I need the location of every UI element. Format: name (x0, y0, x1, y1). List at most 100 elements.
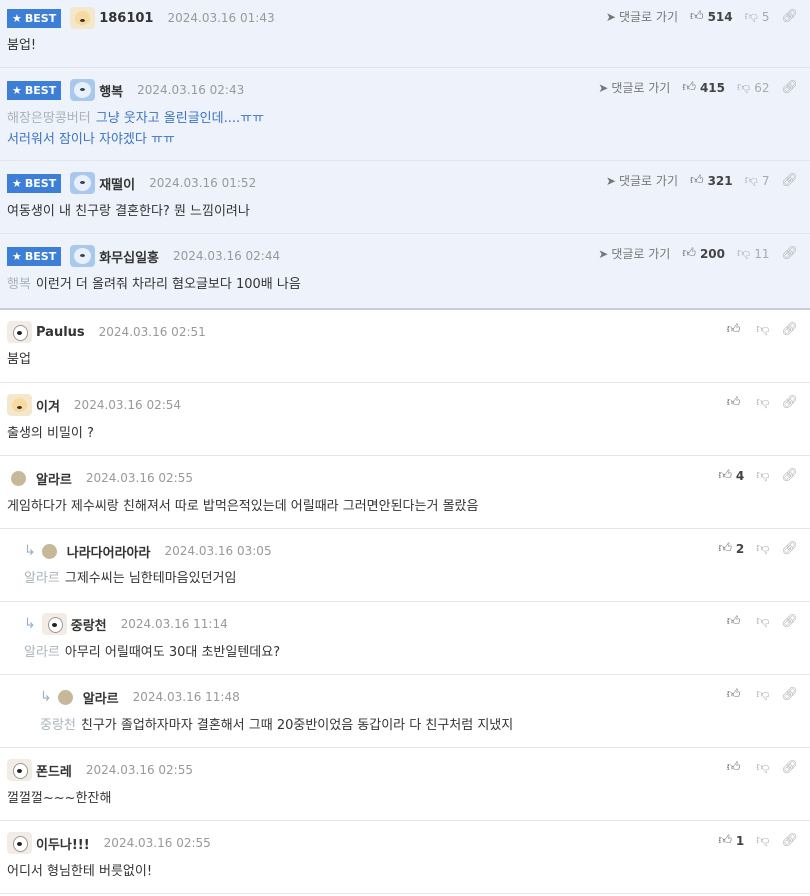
nickname[interactable]: 중랑천 (71, 615, 107, 634)
comment-actions: 👍︎ 4 👎︎ 🔗︎ (718, 468, 798, 483)
nickname[interactable]: 알라르 (83, 688, 119, 707)
reply-comment: ↳ 알라르 2024.03.16 11:48 👍︎ 👎︎ 🔗︎ 중랑천 친구가 졸… (0, 675, 810, 748)
best-badge: ★ BEST (7, 8, 62, 28)
dislike-button[interactable]: 👎︎ 7 (745, 173, 770, 188)
avatar[interactable] (7, 321, 32, 343)
thumbs-down-icon[interactable]: 👎︎ (756, 322, 769, 337)
reply-arrow-icon: ↳ (40, 689, 52, 705)
thumbs-down-icon[interactable]: 👎︎ (756, 833, 769, 848)
like-button[interactable]: 👍︎ 514 (690, 9, 733, 24)
thumbs-down-icon[interactable]: 👎︎ (756, 687, 769, 702)
avatar[interactable] (7, 832, 32, 854)
nickname[interactable]: 이겨 (36, 396, 60, 415)
avatar[interactable] (41, 613, 67, 635)
like-button[interactable]: 👍︎ (727, 322, 745, 337)
comment-header: 이두나!!! 2024.03.16 02:55 (7, 832, 211, 854)
avatar[interactable] (70, 7, 96, 29)
link-icon[interactable]: 🔗︎ (781, 541, 798, 556)
comment: 알라르 2024.03.16 02:55 👍︎ 4 👎︎ 🔗︎ 게임하다가 제수씨… (0, 456, 810, 529)
avatar[interactable] (57, 689, 73, 705)
goto-comment-link[interactable]: ➤ 댓글로 가기 (606, 8, 678, 25)
thumbs-up-icon: 👍︎ (718, 541, 732, 556)
star-icon: ★ (12, 249, 22, 263)
thumbs-down-icon: 👎︎ (737, 246, 751, 261)
reply-target[interactable]: 해장은땅콩버터 (7, 111, 91, 126)
like-button[interactable]: 👍︎ 1 (718, 833, 744, 848)
link-icon[interactable]: 🔗︎ (781, 833, 798, 848)
comment-actions: ➤ 댓글로 가기 👍︎ 321 👎︎ 7 🔗︎ (606, 172, 798, 189)
avatar[interactable] (7, 759, 32, 781)
comment-date: 2024.03.16 11:48 (132, 690, 240, 704)
dislike-button[interactable]: 👎︎ 62 (737, 80, 769, 95)
goto-comment-link[interactable]: ➤ 댓글로 가기 (598, 79, 670, 96)
best-comment: ★ BEST 행복 2024.03.16 02:43 ➤ 댓글로 가기 👍︎ 415 … (0, 68, 810, 161)
link-icon[interactable]: 🔗︎ (781, 173, 798, 188)
avatar[interactable] (70, 79, 96, 101)
reply-target[interactable]: 알라르 (24, 645, 60, 660)
nickname[interactable]: Paulus (36, 325, 85, 340)
goto-comment-link[interactable]: ➤ 댓글로 가기 (598, 245, 670, 262)
comment-header: 이겨 2024.03.16 02:54 (7, 394, 181, 416)
nickname[interactable]: 이두나!!! (36, 834, 90, 853)
thumbs-down-icon[interactable]: 👎︎ (756, 395, 769, 410)
star-icon: ★ (12, 176, 22, 190)
link-icon[interactable]: 🔗︎ (781, 246, 798, 261)
reply-comment: ↳ 중랑천 2024.03.16 11:14 👍︎ 👎︎ 🔗︎ 알라르 아무리 어… (0, 602, 810, 675)
thumbs-down-icon[interactable]: 👎︎ (756, 760, 769, 775)
like-button[interactable]: 👍︎ 415 (682, 80, 725, 95)
comment-text: 붐업 (7, 352, 31, 367)
best-badge: ★ BEST (7, 246, 62, 266)
like-button[interactable]: 👍︎ 4 (718, 468, 744, 483)
nickname[interactable]: 행복 (99, 81, 123, 100)
nickname[interactable]: 화무십일홍 (99, 247, 159, 266)
thumbs-up-icon: 👍︎ (689, 173, 704, 188)
thumbs-down-icon[interactable]: 👎︎ (756, 614, 769, 629)
nickname[interactable]: 나라다어라아라 (67, 542, 151, 561)
comment-text: 출생의 비밀이 ? (7, 426, 94, 441)
link-icon[interactable]: 🔗︎ (781, 468, 798, 483)
link-icon[interactable]: 🔗︎ (781, 322, 798, 337)
like-button[interactable]: 👍︎ (727, 614, 745, 629)
link-icon[interactable]: 🔗︎ (781, 687, 798, 702)
comment-text: 그제수씨는 님한테마음있던거임 (64, 571, 237, 586)
nickname[interactable]: 186101 (99, 11, 153, 26)
comment-body: 해장은땅콩버터 그냥 웃자고 올린글인데....ㅠㅠ 서러워서 잠이나 자야겠다 … (7, 108, 264, 150)
like-button[interactable]: 👍︎ 200 (682, 246, 725, 261)
like-button[interactable]: 👍︎ (727, 687, 745, 702)
nickname[interactable]: 폰드레 (36, 761, 72, 780)
thumbs-up-icon: 👍︎ (726, 614, 741, 629)
dislike-button[interactable]: 👎︎ 5 (745, 9, 770, 24)
like-button[interactable]: 👍︎ (727, 395, 745, 410)
thumbs-up-icon: 👍︎ (726, 395, 741, 410)
dislike-button[interactable]: 👎︎ 11 (737, 246, 769, 261)
link-icon[interactable]: 🔗︎ (781, 9, 798, 24)
avatar[interactable] (11, 470, 26, 486)
thumbs-down-icon[interactable]: 👎︎ (756, 541, 769, 556)
reply-target[interactable]: 중랑천 (40, 718, 76, 733)
nickname[interactable]: 재떨이 (99, 174, 135, 193)
comment-date: 2024.03.16 02:51 (98, 325, 206, 339)
goto-comment-link[interactable]: ➤ 댓글로 가기 (606, 172, 678, 189)
like-button[interactable]: 👍︎ (727, 760, 745, 775)
link-icon[interactable]: 🔗︎ (781, 395, 798, 410)
thumbs-up-icon: 👍︎ (682, 80, 696, 95)
best-comment: ★ BEST 화무십일홍 2024.03.16 02:44 ➤ 댓글로 가기 👍︎ 2… (0, 234, 810, 310)
thumbs-up-icon: 👍︎ (718, 833, 732, 848)
link-icon[interactable]: 🔗︎ (781, 614, 798, 629)
comment-text: 아무리 어릴때여도 30대 초반일텐데요? (64, 645, 281, 660)
thumbs-down-icon[interactable]: 👎︎ (756, 468, 769, 483)
comment-date: 2024.03.16 02:44 (173, 249, 281, 263)
like-button[interactable]: 👍︎ 321 (690, 173, 733, 188)
link-icon[interactable]: 🔗︎ (781, 80, 798, 95)
avatar[interactable] (70, 245, 96, 267)
avatar[interactable] (7, 394, 32, 416)
avatar[interactable] (70, 172, 96, 194)
link-icon[interactable]: 🔗︎ (781, 760, 798, 775)
reply-target[interactable]: 행복 (7, 277, 31, 292)
nickname[interactable]: 알라르 (36, 469, 72, 488)
thumbs-up-icon: 👍︎ (718, 468, 732, 483)
reply-target[interactable]: 알라르 (24, 571, 60, 586)
comment-body: 중랑천 친구가 졸업하자마자 결혼해서 그때 20중반이었음 동갑이라 다 친구처… (40, 715, 513, 736)
avatar[interactable] (41, 543, 57, 559)
like-button[interactable]: 👍︎ 2 (718, 541, 744, 556)
